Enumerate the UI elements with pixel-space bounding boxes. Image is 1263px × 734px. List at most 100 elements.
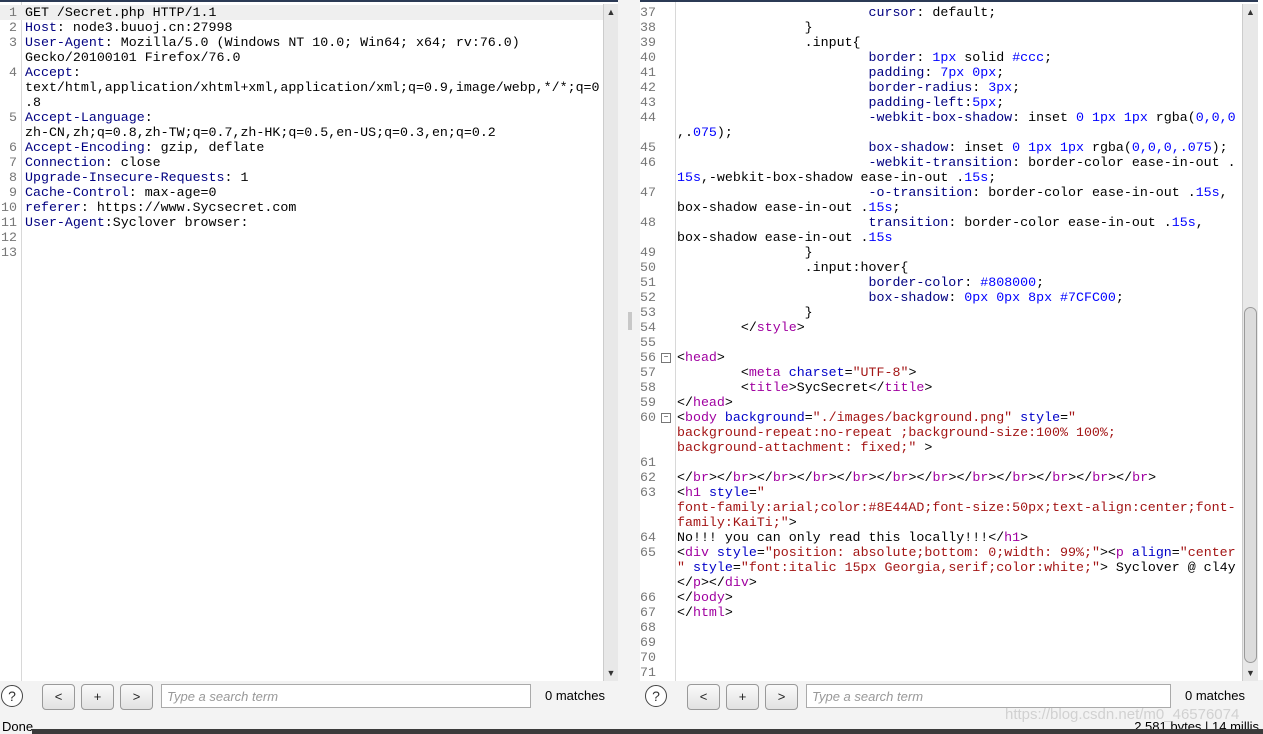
line-number: 59 <box>640 395 656 410</box>
line-number: 66 <box>640 590 656 605</box>
code-token: 5px <box>972 95 997 110</box>
code-token: p <box>1115 545 1124 560</box>
code-token: : <box>964 275 981 290</box>
splitter-grip-icon[interactable] <box>628 312 632 330</box>
horizontal-scrollbar[interactable] <box>32 729 1263 734</box>
response-editor[interactable]: 37 cursor: default; 38 } 39 .input{40 bord… <box>640 0 1258 681</box>
line-text: font-family:arial;color:#8E44AD;font-siz… <box>677 500 1236 515</box>
code-token: > Syclover @ cl4y <box>1099 560 1236 575</box>
code-token: < <box>677 365 749 380</box>
code-token: " <box>677 560 685 575</box>
code-token: "UTF-8" <box>852 365 909 380</box>
line-number: 8 <box>9 170 17 185</box>
line-text: 15s,-webkit-box-shadow ease-in-out .15s; <box>677 170 996 185</box>
response-code[interactable]: 37 cursor: default; 38 } 39 .input{40 bord… <box>640 5 1242 680</box>
line-number: 47 <box>640 185 656 200</box>
line-text: box-shadow ease-in-out .15s <box>677 230 892 245</box>
search-prev-button[interactable]: < <box>687 684 720 710</box>
help-icon[interactable]: ? <box>645 685 667 707</box>
fold-toggle-icon[interactable]: − <box>661 353 671 363</box>
code-token: style <box>756 320 797 335</box>
code-token: = <box>1171 545 1180 560</box>
code-token: ; <box>1044 50 1053 65</box>
request-editor[interactable]: 1 GET /Secret.php HTTP/1.1 2 Host: node3.bu… <box>0 0 618 681</box>
code-token: < <box>677 350 685 365</box>
code-line: 8 Upgrade-Insecure-Requests: 1 <box>0 170 604 185</box>
code-token: < <box>677 410 685 425</box>
code-line: zh-CN,zh;q=0.8,zh-TW;q=0.7,zh-HK;q=0.5,e… <box>0 125 604 140</box>
code-token: , <box>1219 185 1228 200</box>
scroll-up-icon[interactable]: ▲ <box>1243 4 1258 20</box>
code-token: GET /Secret.php HTTP/1.1 <box>25 5 217 20</box>
code-token: style <box>708 485 749 500</box>
code-token: :Syclover browser: <box>104 215 249 230</box>
code-token: padding <box>868 65 925 80</box>
code-token: > <box>916 440 933 455</box>
code-token: #ccc <box>1012 50 1045 65</box>
code-token: 0px 0px 8px #7CFC00 <box>964 290 1116 305</box>
response-scrollbar[interactable]: ▲ ▼ <box>1242 4 1258 681</box>
line-text: .8 <box>25 95 41 110</box>
scroll-down-icon[interactable]: ▼ <box>604 665 618 681</box>
code-token: , <box>1195 215 1204 230</box>
line-text: border: 1px solid #ccc; <box>677 50 1053 65</box>
fold-toggle-icon[interactable]: − <box>661 413 671 423</box>
code-token: No!!! you can only read this locally!!!<… <box>677 530 1005 545</box>
search-input[interactable]: Type a search term <box>161 684 531 708</box>
status-text: Done <box>2 719 34 734</box>
line-number: 43 <box>640 95 656 110</box>
code-line: 58 <title>SycSecret</title> <box>640 380 1242 395</box>
code-token: br <box>1012 470 1029 485</box>
code-token: -o-transition <box>868 185 973 200</box>
code-token: cursor <box>868 5 917 20</box>
line-number: 53 <box>640 305 656 320</box>
search-prev-button[interactable]: < <box>42 684 75 710</box>
code-token: box-shadow ease-in-out . <box>677 230 869 245</box>
line-text: </p></div> <box>677 575 757 590</box>
code-line: 53 } <box>640 305 1242 320</box>
code-token: : <box>972 80 989 95</box>
scroll-down-icon[interactable]: ▼ <box>1243 665 1258 681</box>
code-token: ,-webkit-box-shadow ease-in-out . <box>700 170 965 185</box>
code-line: 42 border-radius: 3px; <box>640 80 1242 95</box>
code-token: rgba( <box>1147 110 1196 125</box>
code-token: 3px <box>988 80 1013 95</box>
code-token: ; <box>1036 275 1045 290</box>
search-next-button[interactable]: > <box>765 684 798 710</box>
code-token: : max-age=0 <box>128 185 217 200</box>
code-token: 0,0,0,.075 <box>1131 140 1212 155</box>
code-line: 68 <box>640 620 1242 635</box>
code-line: 13 <box>0 245 604 260</box>
code-line: box-shadow ease-in-out .15s <box>640 230 1242 245</box>
search-next-button[interactable]: > <box>120 684 153 710</box>
code-token: </ <box>677 320 757 335</box>
line-number: 62 <box>640 470 656 485</box>
line-text: </body> <box>677 590 733 605</box>
code-token: "font:italic 15px Georgia,serif;color:wh… <box>740 560 1100 575</box>
request-search-bar: ? < + > Type a search term 0 matches <box>0 682 618 710</box>
help-icon[interactable]: ? <box>1 685 23 707</box>
search-add-button[interactable]: + <box>726 684 759 710</box>
code-line: 2 Host: node3.buuoj.cn:27998 <box>0 20 604 35</box>
search-input[interactable]: Type a search term <box>806 684 1171 708</box>
line-text: zh-CN,zh;q=0.8,zh-TW;q=0.7,zh-HK;q=0.5,e… <box>25 125 496 140</box>
search-add-button[interactable]: + <box>81 684 114 710</box>
code-line: 49 } <box>640 245 1242 260</box>
code-line: background-repeat:no-repeat ;background-… <box>640 425 1242 440</box>
code-token: " <box>756 485 765 500</box>
line-text: cursor: default; <box>677 5 997 20</box>
code-token: Accept-Encoding <box>25 140 145 155</box>
scroll-up-icon[interactable]: ▲ <box>604 4 618 20</box>
line-text: padding: 7px 0px; <box>677 65 1005 80</box>
scrollbar-thumb[interactable] <box>1244 307 1257 663</box>
line-text: background-repeat:no-repeat ;background-… <box>677 425 1116 440</box>
code-token: ></ <box>708 470 733 485</box>
code-line: ,.075); <box>640 125 1242 140</box>
code-token: 15s <box>868 200 893 215</box>
code-token: : border-color ease-in-out . <box>972 185 1196 200</box>
request-code[interactable]: 1 GET /Secret.php HTTP/1.1 2 Host: node3.bu… <box>0 5 604 260</box>
pane-splitter[interactable] <box>618 0 640 714</box>
request-scrollbar[interactable]: ▲ ▼ <box>603 4 618 681</box>
code-token: >< <box>1099 545 1116 560</box>
